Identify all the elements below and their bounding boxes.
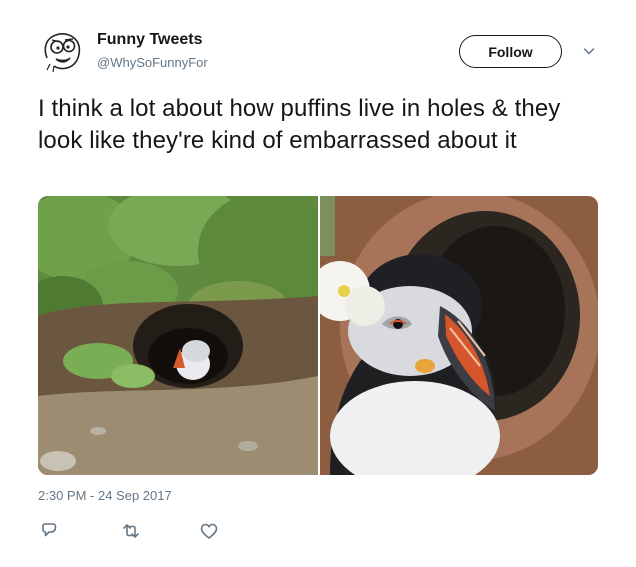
- follow-button-label: Follow: [488, 43, 533, 60]
- puffin-photo-icon: [38, 196, 318, 475]
- tweet-text: I think a lot about how puffins live in …: [38, 95, 561, 154]
- rage-face-avatar-icon: [38, 28, 86, 76]
- tweet-photo-left[interactable]: [38, 196, 318, 475]
- author-handle[interactable]: @WhySoFunnyFor: [97, 55, 208, 70]
- tweet-photo-right[interactable]: [320, 196, 598, 475]
- author-name[interactable]: Funny Tweets: [97, 31, 203, 49]
- puffin-photo-icon: [320, 196, 598, 475]
- follow-button[interactable]: Follow: [459, 35, 562, 68]
- tweet-timestamp[interactable]: 2:30 PM - 24 Sep 2017: [38, 488, 172, 503]
- chevron-down-icon[interactable]: [582, 44, 596, 58]
- tweet-card: Funny Tweets @WhySoFunnyFor Follow I thi…: [0, 0, 636, 567]
- retweet-icon[interactable]: [120, 520, 142, 542]
- reply-icon[interactable]: [38, 520, 60, 542]
- heart-icon[interactable]: [198, 520, 220, 542]
- avatar[interactable]: [38, 28, 86, 76]
